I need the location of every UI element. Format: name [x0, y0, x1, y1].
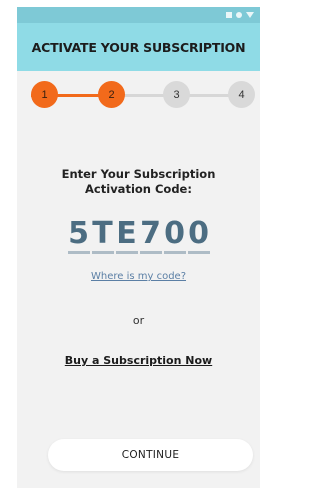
where-is-my-code-link[interactable]: Where is my code? — [17, 271, 260, 282]
activation-prompt: Enter Your Subscription Activation Code: — [17, 167, 260, 197]
progress-stepper: 1 2 3 4 — [17, 81, 260, 109]
or-divider-text: or — [132, 314, 145, 327]
wifi-dot-icon — [236, 12, 242, 18]
status-bar — [17, 7, 260, 23]
continue-button[interactable]: CONTINUE — [48, 439, 253, 471]
code-char[interactable]: 0 — [163, 217, 186, 254]
status-icons — [226, 9, 254, 21]
step-4: 4 — [228, 81, 255, 108]
code-char[interactable]: 5 — [67, 217, 90, 254]
code-char[interactable]: T — [91, 217, 114, 254]
code-char[interactable]: 0 — [187, 217, 210, 254]
app-header: ACTIVATE YOUR SUBSCRIPTION — [17, 23, 260, 71]
code-char[interactable]: E — [115, 217, 138, 254]
step-3: 3 — [163, 81, 190, 108]
step-2: 2 — [98, 81, 125, 108]
buy-subscription-link[interactable]: Buy a Subscription Now — [17, 354, 260, 367]
phone-screen: ACTIVATE YOUR SUBSCRIPTION 1 2 3 4 Enter… — [17, 7, 260, 488]
step-1: 1 — [31, 81, 58, 108]
page-title: ACTIVATE YOUR SUBSCRIPTION — [31, 39, 246, 55]
prompt-line-1: Enter Your Subscription — [61, 167, 216, 181]
prompt-line-2: Activation Code: — [85, 182, 192, 196]
battery-triangle-icon — [246, 12, 254, 18]
activation-code-input[interactable]: 5 T E 7 0 0 — [17, 217, 260, 254]
code-char[interactable]: 7 — [139, 217, 162, 254]
signal-square-icon — [226, 12, 232, 18]
